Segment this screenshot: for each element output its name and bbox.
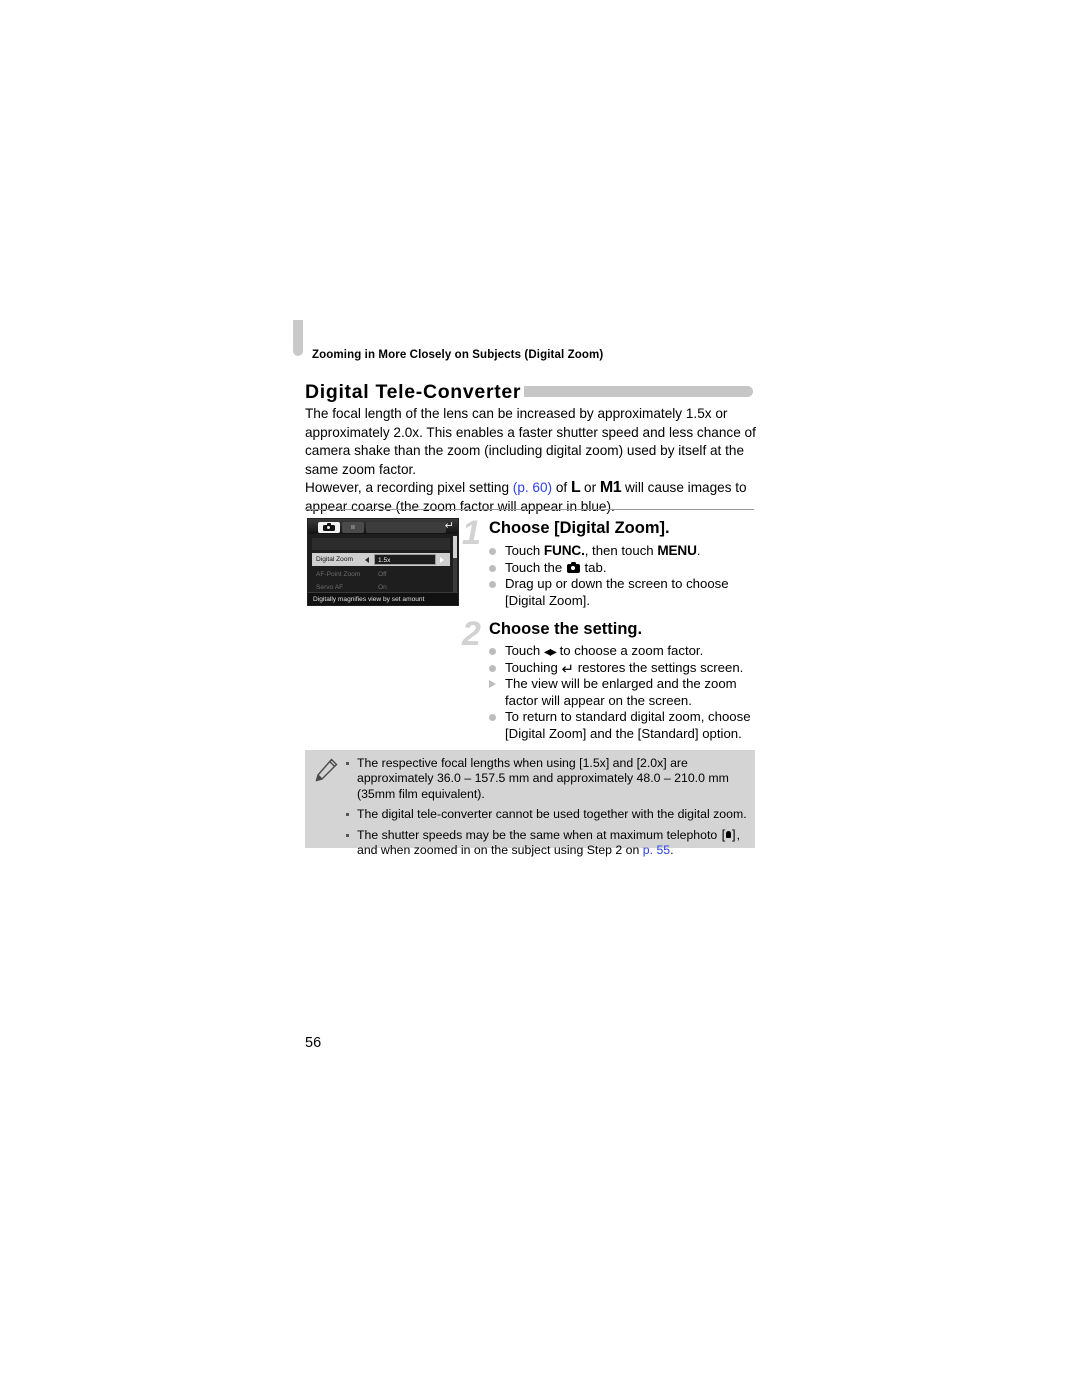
text-before: Touch the [505, 559, 566, 575]
note-text-before: The shutter speeds may be the same when … [357, 827, 721, 842]
left-arrow-icon [365, 556, 369, 563]
page-ref-link-60[interactable]: (p. 60) [513, 480, 552, 495]
left-right-arrows-icon: ◂▸ [543, 643, 557, 659]
page-edge-tab [293, 320, 303, 356]
note-box: The respective focal lengths when using … [305, 750, 755, 857]
note-item-2: The digital tele-converter cannot be use… [345, 807, 747, 822]
pencil-icon [315, 758, 338, 782]
bullet-dot-icon [489, 581, 496, 589]
note-items: The respective focal lengths when using … [345, 756, 747, 858]
step-1-item-2: Touch the tab. [489, 560, 761, 577]
step-2-item-2: Touching ↵ restores the settings screen. [489, 660, 761, 677]
intro-p2-or: or [580, 480, 600, 496]
title-rule-decoration [524, 386, 753, 397]
text-before: Touch [505, 543, 544, 558]
screen-tab-camera [318, 521, 340, 533]
pixel-setting-L-icon: L [570, 479, 581, 497]
step-1-item-3: Drag up or down the screen to choose [Di… [489, 576, 761, 609]
note-text-after: . [670, 843, 674, 858]
text-before: Drag up or down the screen to choose [Di… [505, 576, 729, 608]
note-item-3: The shutter speeds may be the same when … [345, 827, 747, 859]
screen-row-value-box: 1.5x [374, 554, 436, 565]
screen-scrollbar-thumb [453, 536, 457, 558]
func-button-label: FUNC. [543, 543, 585, 558]
note-item-1: The respective focal lengths when using … [345, 756, 747, 802]
screen-row-label: Digital Zoom [316, 555, 354, 563]
screen-row-value: 1.5x [378, 556, 391, 564]
return-arrow-icon: ↵ [444, 520, 454, 532]
manual-page: Zooming in More Closely on Subjects (Dig… [0, 0, 1080, 1397]
screen-footer-hint: Digitally magnifies view by set amount [308, 592, 458, 605]
intro-p2-before: However, a recording pixel setting [305, 480, 513, 496]
camera-screen-illustration: ıı ↵ Digital Zoom 1.5x AF-Point Zoom Off… [307, 518, 459, 606]
step-heading-1: Choose [Digital Zoom]. [489, 519, 670, 537]
step-2-item-1: Touch ◂▸ to choose a zoom factor. [489, 643, 761, 660]
bullet-dot-icon [489, 664, 496, 672]
intro-text: The focal length of the lens can be incr… [305, 405, 760, 517]
screen-row-digital-zoom: Digital Zoom 1.5x [312, 553, 450, 566]
page-number: 56 [305, 1035, 322, 1051]
screen-tab-bar-filler [366, 521, 446, 533]
section-divider [306, 509, 754, 510]
text-after: tab. [580, 559, 607, 575]
page-ref-link-55[interactable]: p. 55 [643, 843, 670, 857]
intro-paragraph-2: However, a recording pixel setting (p. 6… [305, 479, 760, 516]
screen-row-label: AF-Point Zoom [316, 570, 361, 578]
screen-row-blank [312, 538, 450, 550]
camera-icon [323, 522, 335, 531]
text-before: The view will be enlarged and the zoom f… [505, 676, 737, 708]
text-after: . [696, 543, 701, 558]
telephoto-icon [722, 827, 736, 842]
bullet-dot-icon [489, 564, 496, 572]
pixel-setting-M1-icon: M1 [599, 479, 622, 497]
step-heading-2: Choose the setting. [489, 620, 643, 638]
bullet-square-icon [346, 762, 349, 765]
screen-menu-body: Digital Zoom 1.5x AF-Point Zoom Off Serv… [308, 534, 458, 594]
screen-tab-tools: ıı [342, 521, 364, 533]
screen-row-label: Servo AF [316, 583, 344, 591]
screen-footer-text: Digitally magnifies view by set amount [313, 595, 425, 603]
intro-p2-mid: of [552, 480, 571, 496]
triangle-marker-icon [489, 680, 496, 689]
screen-row-value: On [378, 584, 387, 591]
step-1-item-1: Touch FUNC., then touch MENU. [489, 543, 761, 560]
running-header: Zooming in More Closely on Subjects (Dig… [312, 349, 604, 361]
step-2-instructions: Touch ◂▸ to choose a zoom factor. Touchi… [489, 643, 761, 743]
step-2-item-3: The view will be enlarged and the zoom f… [489, 676, 761, 709]
step-number-2: 2 [462, 615, 481, 653]
bullet-dot-icon [489, 548, 496, 555]
text-after: restores the settings screen. [574, 659, 744, 675]
text-before: Touching [505, 659, 562, 675]
intro-paragraph-1: The focal length of the lens can be incr… [305, 406, 756, 477]
right-arrow-icon [440, 556, 444, 563]
note-text: The digital tele-converter cannot be use… [357, 807, 747, 822]
text-after: to choose a zoom factor. [555, 643, 704, 658]
bullet-dot-icon [489, 714, 496, 722]
screen-row-value: Off [378, 571, 387, 578]
step-2-item-4: To return to standard digital zoom, choo… [489, 709, 761, 742]
camera-icon [566, 561, 580, 573]
section-title: Digital Tele-Converter [305, 381, 522, 403]
step-1-instructions: Touch FUNC., then touch MENU. Touch the … [489, 543, 761, 609]
text-before: To return to standard digital zoom, choo… [505, 709, 751, 741]
bullet-square-icon [346, 813, 349, 817]
bullet-dot-icon [489, 648, 496, 655]
bullet-square-icon [346, 833, 349, 837]
text-mid: , then touch [584, 543, 658, 558]
step-number-1: 1 [462, 514, 481, 552]
note-text: The respective focal lengths when using … [357, 756, 729, 801]
screen-row-af-point-zoom: AF-Point Zoom Off [312, 568, 450, 581]
screen-tab-bar: ıı ↵ [308, 519, 458, 534]
text-before: Touch [505, 643, 544, 658]
menu-button-label: MENU [657, 543, 697, 558]
